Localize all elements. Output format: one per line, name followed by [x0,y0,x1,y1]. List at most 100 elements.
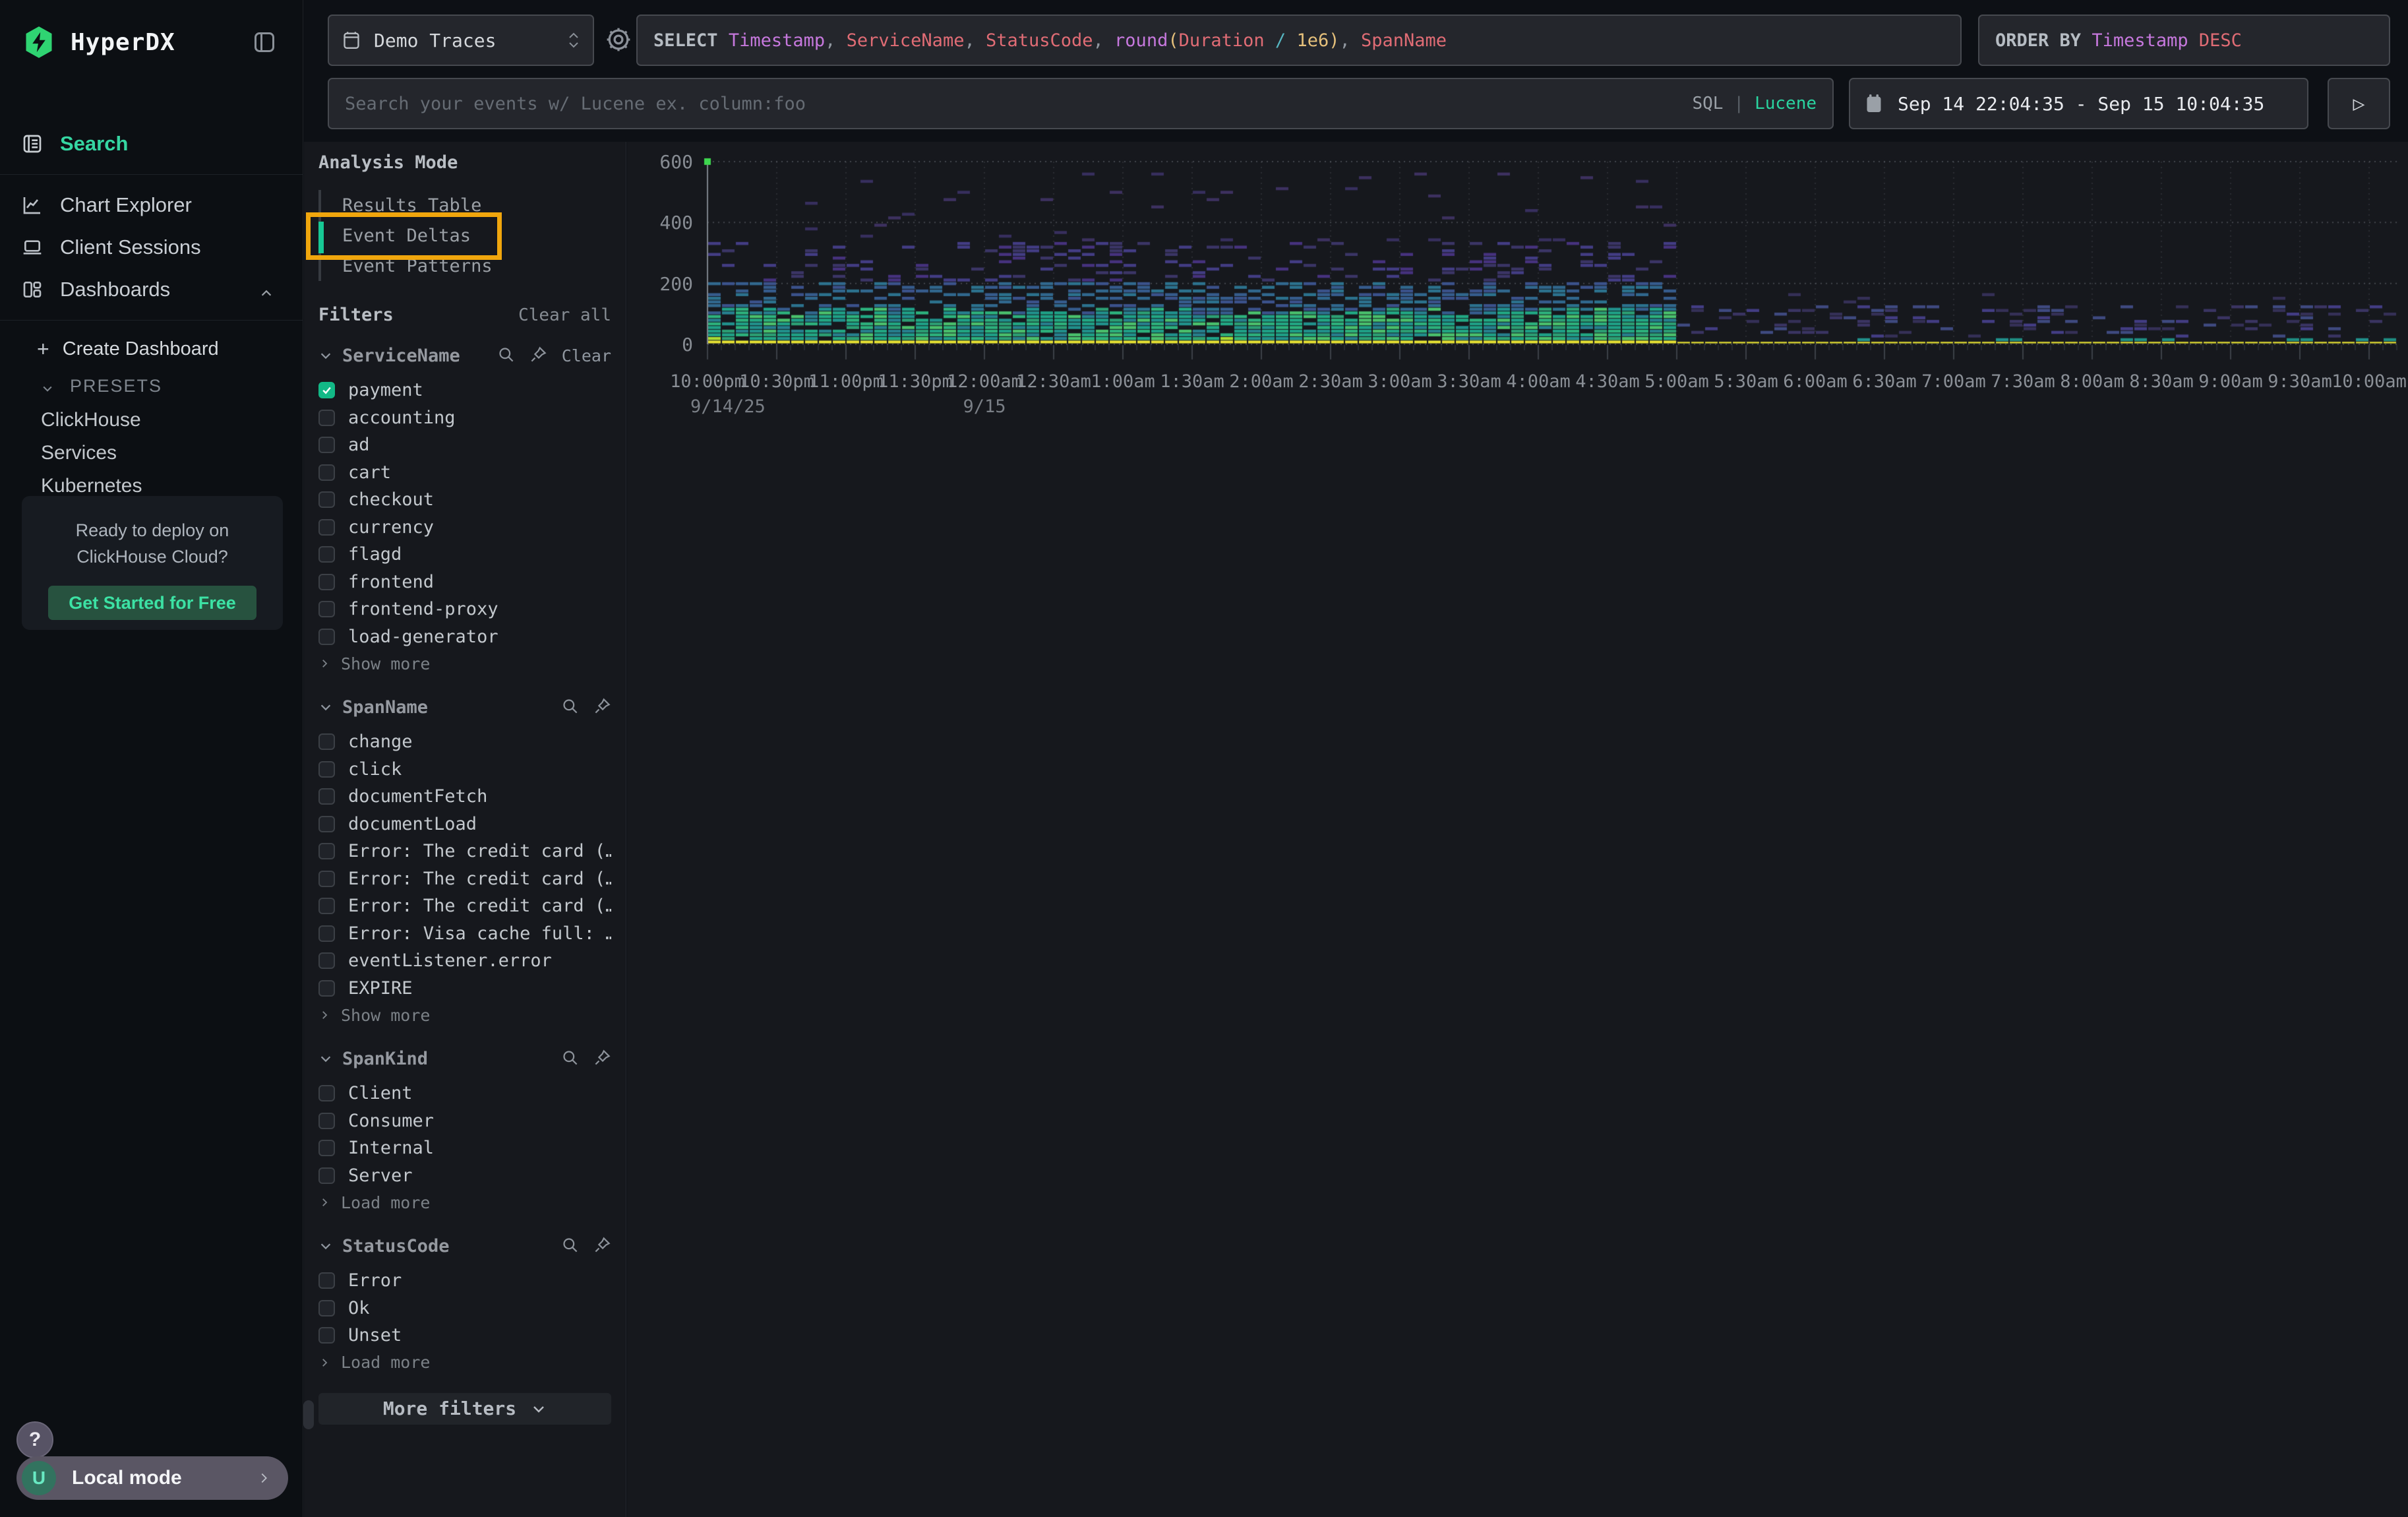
pin-icon[interactable] [593,697,611,718]
presets-toggle[interactable]: PRESETS [0,368,303,404]
sql-select-input[interactable]: SELECT Timestamp, ServiceName, StatusCod… [636,15,1962,66]
checkbox[interactable] [318,1167,335,1184]
checkbox[interactable] [318,761,335,778]
source-select[interactable]: Demo Traces [328,15,594,66]
clear-all-button[interactable]: Clear all [518,305,611,325]
checkbox[interactable] [318,1272,335,1289]
chevron-down-icon[interactable] [318,348,333,363]
filter-option[interactable]: load-generator [318,623,611,651]
checkbox[interactable] [318,788,335,805]
checkbox[interactable] [318,1113,335,1129]
chevron-up-icon[interactable] [259,282,274,297]
pin-icon[interactable] [593,1236,611,1256]
sidebar-item-dashboards[interactable]: Dashboards [0,268,303,311]
search-icon[interactable] [561,1236,579,1256]
date-range-picker[interactable]: Sep 14 22:04:35 - Sep 15 10:04:35 [1849,78,2308,129]
search-icon[interactable] [497,346,515,366]
filter-option[interactable]: Error: The credit card (… [318,838,611,865]
mode-event-patterns[interactable]: Event Patterns [321,251,611,281]
chevron-down-icon[interactable] [318,700,333,714]
sql-mode-toggle[interactable]: SQL [1692,94,1723,113]
checkbox[interactable] [318,980,335,997]
checkbox[interactable] [318,871,335,887]
filter-option[interactable]: click [318,756,611,784]
filter-option[interactable]: Error: The credit card (… [318,892,611,920]
checkbox[interactable] [318,601,335,617]
more-filters-button[interactable]: More filters [318,1393,611,1425]
pin-icon[interactable] [593,1049,611,1069]
search-icon[interactable] [561,1049,579,1069]
filter-option[interactable]: change [318,728,611,756]
filter-option[interactable]: Client [318,1080,611,1107]
checkbox[interactable] [318,843,335,859]
order-by-input[interactable]: ORDER BY Timestamp DESC [1978,15,2390,66]
search-input[interactable] [328,78,1834,129]
sidebar-item-services[interactable]: Services [0,437,303,470]
filter-option[interactable]: Unset [318,1322,611,1349]
scrollbar-thumb[interactable] [303,1400,314,1429]
checkbox[interactable] [318,382,335,398]
filter-option[interactable]: eventListener.error [318,947,611,975]
show-more-button[interactable]: Show more [318,650,611,677]
show-more-button[interactable]: Show more [318,1002,611,1028]
create-dashboard-button[interactable]: + Create Dashboard [0,330,303,368]
get-started-button[interactable]: Get Started for Free [48,586,256,620]
checkbox[interactable] [318,1140,335,1156]
filter-option[interactable]: Consumer [318,1107,611,1135]
filter-option[interactable]: Ok [318,1295,611,1322]
checkbox[interactable] [318,1085,335,1101]
checkbox[interactable] [318,491,335,508]
latency-heatmap[interactable] [627,142,2408,366]
filter-option[interactable]: payment [318,377,611,404]
checkbox[interactable] [318,816,335,832]
sidebar-item-chart-explorer[interactable]: Chart Explorer [0,184,303,226]
checkbox[interactable] [318,629,335,645]
filter-option[interactable]: frontend-proxy [318,596,611,623]
filter-option[interactable]: cart [318,459,611,487]
checkbox[interactable] [318,437,335,453]
sidebar-item-search[interactable]: Search [0,123,303,165]
filter-option[interactable]: Internal [318,1134,611,1162]
load-more-button[interactable]: Load more [318,1349,611,1376]
mode-event-deltas[interactable]: Event Deltas [321,220,611,251]
filter-option[interactable]: Error: Visa cache full: … [318,920,611,948]
checkbox[interactable] [318,546,335,563]
filter-option[interactable]: documentLoad [318,811,611,838]
run-query-button[interactable]: ▷ [2328,78,2390,129]
filter-option[interactable]: Error [318,1267,611,1295]
search-icon[interactable] [561,697,579,718]
lucene-mode-toggle[interactable]: Lucene [1755,94,1817,113]
checkbox[interactable] [318,952,335,969]
sidebar-item-clickhouse[interactable]: ClickHouse [0,404,303,437]
chevron-down-icon[interactable] [318,1051,333,1066]
checkbox[interactable] [318,410,335,426]
pin-icon[interactable] [529,346,547,366]
facet-clear-button[interactable]: Clear [562,346,611,365]
filter-option[interactable]: Server [318,1162,611,1190]
filter-option[interactable]: flagd [318,541,611,569]
checkbox[interactable] [318,519,335,536]
checkbox[interactable] [318,464,335,481]
checkbox[interactable] [318,574,335,590]
help-button[interactable]: ? [16,1421,53,1458]
checkbox[interactable] [318,733,335,750]
filter-option[interactable]: documentFetch [318,783,611,811]
filter-option[interactable]: accounting [318,404,611,432]
load-more-button[interactable]: Load more [318,1189,611,1216]
filter-option[interactable]: frontend [318,569,611,596]
checkbox[interactable] [318,898,335,914]
sidebar-collapse-icon[interactable] [253,30,276,54]
filter-option[interactable]: currency [318,514,611,542]
filter-option[interactable]: checkout [318,486,611,514]
gear-icon[interactable] [604,25,633,54]
chevron-down-icon[interactable] [318,1239,333,1253]
checkbox[interactable] [318,925,335,942]
filter-option[interactable]: EXPIRE [318,975,611,1003]
sidebar-item-client-sessions[interactable]: Client Sessions [0,226,303,268]
checkbox[interactable] [318,1300,335,1316]
mode-results-table[interactable]: Results Table [321,190,611,220]
filter-option[interactable]: ad [318,431,611,459]
checkbox[interactable] [318,1327,335,1344]
filter-option[interactable]: Error: The credit card (… [318,865,611,893]
local-mode-menu[interactable]: U Local mode [16,1456,288,1500]
